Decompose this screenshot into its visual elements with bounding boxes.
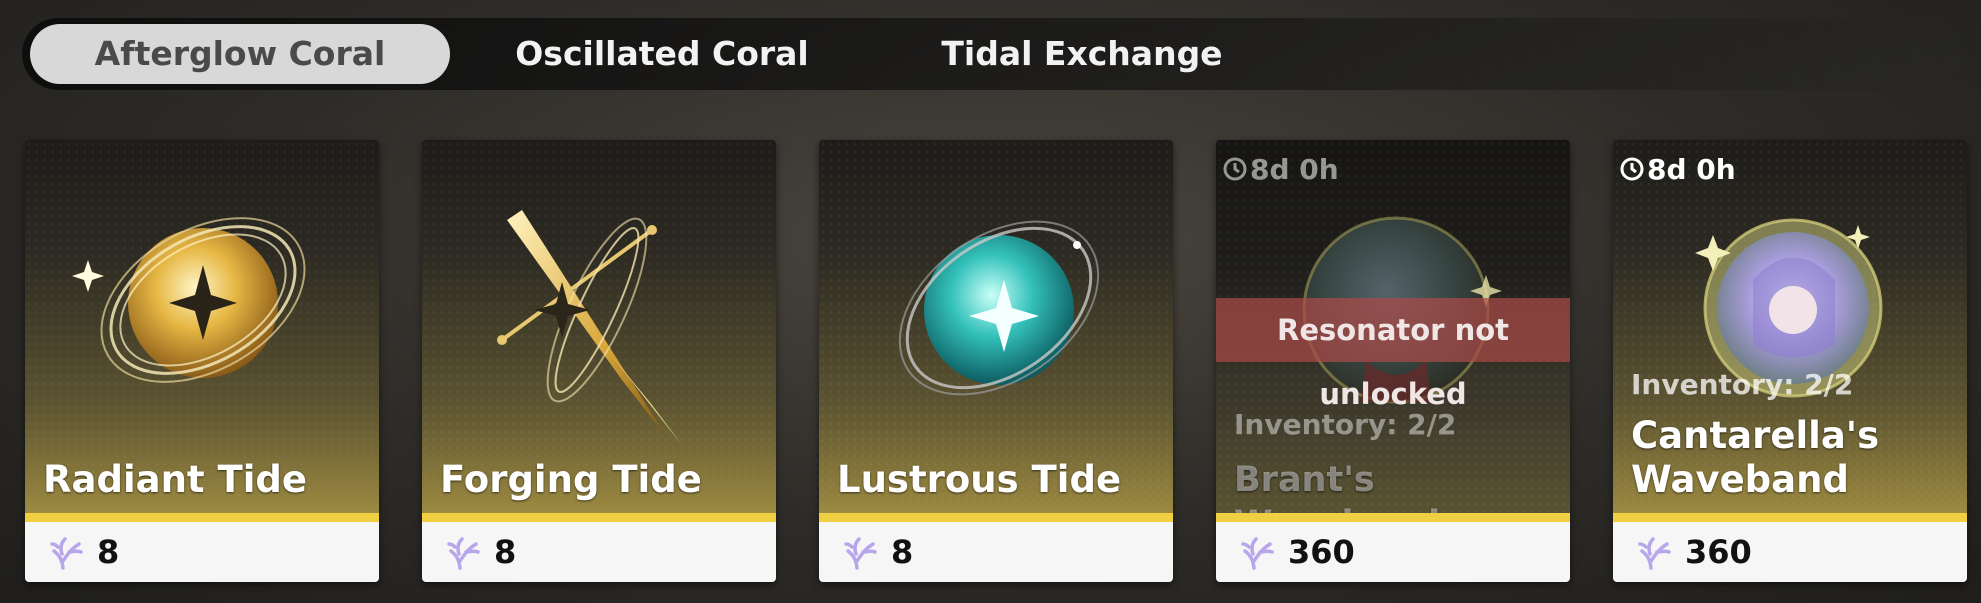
inventory-count: Inventory: 2/2 bbox=[1234, 408, 1457, 441]
item-price: 360 bbox=[1685, 533, 1752, 571]
timer: 8d 0h bbox=[1222, 152, 1339, 188]
tab-tidal-exchange[interactable]: Tidal Exchange bbox=[882, 24, 1282, 84]
shop-item-cantarellas-waveband[interactable]: 8d 0h Inventory: 2/2 Cantarella's Waveba… bbox=[1613, 140, 1967, 582]
clock-icon bbox=[1620, 157, 1644, 181]
shop-item-forging-tide[interactable]: Forging Tide 8 bbox=[422, 140, 776, 582]
item-price: 8 bbox=[494, 533, 517, 571]
item-name: Forging Tide bbox=[440, 458, 702, 501]
tab-afterglow-coral[interactable]: Afterglow Coral bbox=[30, 24, 450, 84]
status-badge: Resonator not unlocked bbox=[1216, 298, 1570, 411]
shop-item-brants-waveband[interactable]: 8d 0h Resonator not unlocked Inventory: … bbox=[1216, 140, 1570, 582]
item-name: Radiant Tide bbox=[43, 458, 308, 501]
price-divider bbox=[25, 513, 379, 522]
tab-oscillated-coral[interactable]: Oscillated Coral bbox=[467, 24, 857, 84]
price-divider bbox=[422, 513, 776, 522]
timer-text: 8d 0h bbox=[1647, 153, 1736, 186]
inventory-count: Inventory: 2/2 bbox=[1631, 368, 1854, 401]
item-name: Lustrous Tide bbox=[837, 458, 1122, 501]
item-price: 8 bbox=[97, 533, 120, 571]
afterglow-coral-icon bbox=[50, 537, 83, 570]
clock-icon bbox=[1223, 157, 1247, 181]
price-bar: 8 bbox=[422, 522, 776, 582]
timer-text: 8d 0h bbox=[1250, 153, 1339, 186]
item-price: 360 bbox=[1288, 533, 1355, 571]
price-bar: 8 bbox=[819, 522, 1173, 582]
item-price: 8 bbox=[891, 533, 914, 571]
afterglow-coral-icon bbox=[1241, 537, 1274, 570]
timer: 8d 0h bbox=[1619, 152, 1736, 188]
afterglow-coral-icon bbox=[844, 537, 877, 570]
price-divider bbox=[1613, 513, 1967, 522]
item-name-line2: Waveband bbox=[1631, 458, 1849, 501]
price-divider bbox=[819, 513, 1173, 522]
afterglow-coral-icon bbox=[447, 537, 480, 570]
price-bar: 8 bbox=[25, 522, 379, 582]
shop-tab-bar: Afterglow Coral Oscillated Coral Tidal E… bbox=[22, 18, 1962, 90]
item-name-line1: Cantarella's bbox=[1631, 414, 1880, 457]
shop-item-radiant-tide[interactable]: Radiant Tide 8 bbox=[25, 140, 379, 582]
price-bar: 360 bbox=[1613, 522, 1967, 582]
afterglow-coral-icon bbox=[1638, 537, 1671, 570]
price-divider bbox=[1216, 513, 1570, 522]
price-bar: 360 bbox=[1216, 522, 1570, 582]
shop-item-lustrous-tide[interactable]: Lustrous Tide 8 bbox=[819, 140, 1173, 582]
